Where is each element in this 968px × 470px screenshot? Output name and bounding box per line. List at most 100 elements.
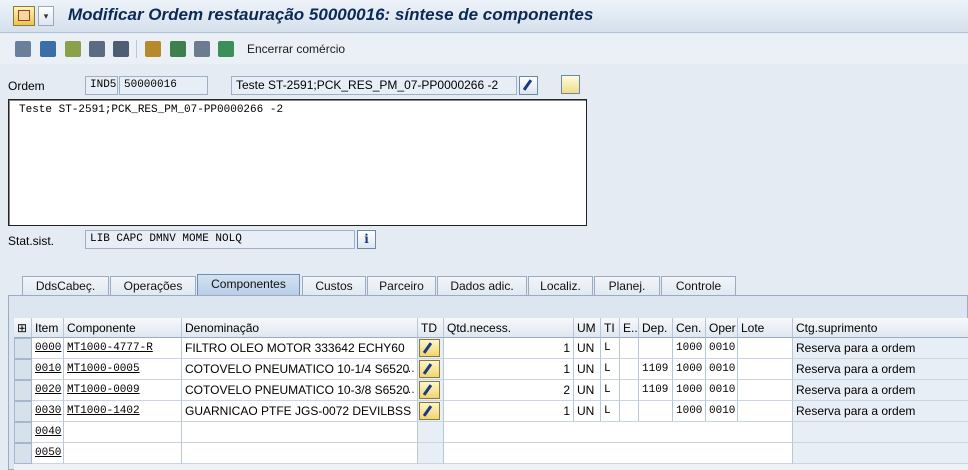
- document-icon[interactable]: [194, 41, 210, 57]
- column-header-denominacao[interactable]: Denominação: [182, 318, 418, 338]
- tab-custos[interactable]: Custos: [302, 276, 366, 296]
- component-cell[interactable]: [64, 443, 182, 464]
- plant-cell[interactable]: 1000: [673, 380, 706, 401]
- column-header-ti[interactable]: TI: [601, 318, 620, 338]
- long-text-cell[interactable]: [418, 338, 444, 359]
- tab-parceiro[interactable]: Parceiro: [367, 276, 436, 296]
- item-cell[interactable]: 0000: [32, 338, 64, 359]
- operation-cell[interactable]: 0010: [706, 401, 738, 422]
- batch-cell[interactable]: [738, 401, 793, 422]
- item-cell[interactable]: 0040: [32, 422, 64, 443]
- row-selector[interactable]: [14, 443, 32, 464]
- e-cell[interactable]: [620, 338, 639, 359]
- list-icon[interactable]: [15, 41, 31, 57]
- quantity-cell[interactable]: 2: [444, 380, 574, 401]
- component-cell[interactable]: MT1000-0009: [64, 380, 182, 401]
- operation-cell[interactable]: 0010: [706, 380, 738, 401]
- item-cell[interactable]: 0050: [32, 443, 64, 464]
- item-cell[interactable]: 0020: [32, 380, 64, 401]
- pen-edit-icon[interactable]: [419, 360, 440, 378]
- component-cell[interactable]: MT1000-4777-R: [64, 338, 182, 359]
- column-header-item[interactable]: Item: [32, 318, 64, 338]
- operation-cell[interactable]: 0010: [706, 338, 738, 359]
- column-header-qtd[interactable]: Qtd.necess.: [444, 318, 574, 338]
- storage-location-cell[interactable]: 1109: [639, 359, 673, 380]
- item-category-cell[interactable]: L: [601, 338, 620, 359]
- long-text-cell[interactable]: [418, 359, 444, 380]
- description-cell[interactable]: COTOVELO PNEUMATICO 10-3/8 S6520…: [182, 380, 418, 401]
- tab-planej[interactable]: Planej.: [594, 276, 660, 296]
- description-cell[interactable]: FILTRO OLEO MOTOR 333642 ECHY60: [182, 338, 418, 359]
- tab-operacoes[interactable]: Operações: [110, 276, 196, 296]
- item-cell[interactable]: 0010: [32, 359, 64, 380]
- close-commerce-button[interactable]: Encerrar comércio: [247, 42, 345, 56]
- pen-edit-icon[interactable]: [419, 339, 440, 357]
- item-category-cell[interactable]: L: [601, 401, 620, 422]
- column-header-ctg[interactable]: Ctg.suprimento: [793, 318, 968, 338]
- description-cell[interactable]: GUARNICAO PTFE JGS-0072 DEVILBSS: [182, 401, 418, 422]
- operations-icon[interactable]: [170, 41, 186, 57]
- storage-location-cell[interactable]: [639, 401, 673, 422]
- long-text-cell[interactable]: [418, 380, 444, 401]
- row-selector[interactable]: [14, 380, 32, 401]
- unit-cell[interactable]: UN: [574, 380, 601, 401]
- procurement-category-cell[interactable]: Reserva para a ordem: [793, 338, 968, 359]
- create-icon[interactable]: [561, 75, 580, 94]
- tab-localiz[interactable]: Localiz.: [528, 276, 593, 296]
- item-category-cell[interactable]: L: [601, 359, 620, 380]
- tab-ddscabec[interactable]: DdsCabeç.: [22, 276, 109, 296]
- tab-componentes[interactable]: Componentes: [197, 274, 300, 296]
- component-cell[interactable]: MT1000-1402: [64, 401, 182, 422]
- select-all-icon[interactable]: ⊞: [14, 318, 32, 338]
- column-header-um[interactable]: UM: [574, 318, 601, 338]
- empty-input-area[interactable]: [444, 422, 793, 443]
- item-cell[interactable]: 0030: [32, 401, 64, 422]
- print-icon[interactable]: [113, 41, 129, 57]
- quantity-cell[interactable]: 1: [444, 359, 574, 380]
- edit-long-text-icon[interactable]: [519, 76, 538, 95]
- e-cell[interactable]: [620, 359, 639, 380]
- column-header-componente[interactable]: Componente: [64, 318, 182, 338]
- plant-cell[interactable]: 1000: [673, 338, 706, 359]
- long-text-area[interactable]: Teste ST-2591;PCK_RES_PM_07-PP0000266 -2: [8, 99, 587, 226]
- tab-dados-adic[interactable]: Dados adic.: [437, 276, 527, 296]
- storage-location-cell[interactable]: [639, 338, 673, 359]
- pen-edit-icon[interactable]: [419, 402, 440, 420]
- column-header-e[interactable]: E..: [620, 318, 639, 338]
- row-selector[interactable]: [14, 422, 32, 443]
- procurement-category-cell[interactable]: Reserva para a ordem: [793, 401, 968, 422]
- item-category-cell[interactable]: L: [601, 380, 620, 401]
- quantity-cell[interactable]: 1: [444, 338, 574, 359]
- info-icon[interactable]: i: [357, 230, 376, 249]
- procurement-category-cell[interactable]: Reserva para a ordem: [793, 359, 968, 380]
- procurement-category-cell[interactable]: Reserva para a ordem: [793, 380, 968, 401]
- calculator-icon[interactable]: [40, 41, 56, 57]
- row-selector[interactable]: [14, 401, 32, 422]
- e-cell[interactable]: [620, 401, 639, 422]
- row-selector[interactable]: [14, 359, 32, 380]
- quantity-cell[interactable]: 1: [444, 401, 574, 422]
- e-cell[interactable]: [620, 380, 639, 401]
- unit-cell[interactable]: UN: [574, 359, 601, 380]
- object-menu-dropdown-icon[interactable]: ▾: [38, 6, 54, 26]
- component-cell[interactable]: [64, 422, 182, 443]
- batch-cell[interactable]: [738, 338, 793, 359]
- plant-cell[interactable]: 1000: [673, 401, 706, 422]
- pen-edit-icon[interactable]: [419, 381, 440, 399]
- long-text-cell[interactable]: [418, 401, 444, 422]
- component-cell[interactable]: MT1000-0005: [64, 359, 182, 380]
- description-cell[interactable]: [182, 422, 418, 443]
- batch-cell[interactable]: [738, 380, 793, 401]
- empty-input-area[interactable]: [444, 443, 793, 464]
- object-menu-icon[interactable]: [13, 6, 35, 26]
- release-icon[interactable]: [218, 41, 234, 57]
- batch-cell[interactable]: [738, 359, 793, 380]
- plant-cell[interactable]: 1000: [673, 359, 706, 380]
- filter-icon[interactable]: [89, 41, 105, 57]
- column-header-cen[interactable]: Cen.: [673, 318, 706, 338]
- column-header-dep[interactable]: Dep.: [639, 318, 673, 338]
- components-icon[interactable]: [145, 41, 161, 57]
- operation-cell[interactable]: 0010: [706, 359, 738, 380]
- unit-cell[interactable]: UN: [574, 401, 601, 422]
- order-short-text-field[interactable]: Teste ST-2591;PCK_RES_PM_07-PP0000266 -2: [231, 76, 517, 95]
